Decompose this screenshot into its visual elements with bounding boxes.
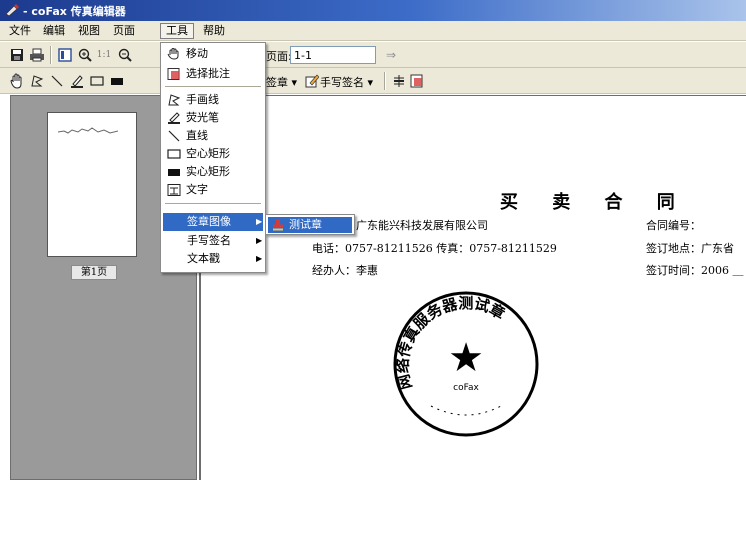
hand-icon [167,48,179,60]
document-title: 买 卖 合 同 [500,192,689,213]
print-icon[interactable] [28,46,46,64]
submenu-arrow-icon: ▶ [256,236,263,245]
select-annotation-icon[interactable] [408,72,426,90]
menu-bar: 文件 编辑 视图 页面 工具 帮助 [0,21,746,41]
seller-company: 广东能兴科技发展有限公司 [356,219,488,232]
hollow-rect-icon [167,149,181,159]
menu-item-text-stamp[interactable]: 文本戳 ▶ [163,250,263,268]
save-icon[interactable] [8,46,26,64]
menu-item-label: 选择批注 [186,67,230,80]
page-input[interactable] [290,46,376,64]
thumbnail-icon[interactable] [56,46,74,64]
menu-tools[interactable]: 工具 [160,23,194,39]
menu-item-label: 手写签名 [187,234,231,247]
freehand-icon [168,94,181,106]
menu-edit[interactable]: 编辑 [38,23,70,39]
page-thumbnail[interactable] [47,112,137,257]
menu-item-label: 直线 [186,129,208,142]
menu-item-label: 空心矩形 [186,147,230,160]
menu-item-stamp-image[interactable]: 签章图像 ▶ [163,213,263,231]
go-page-button[interactable]: ⇒ [386,48,396,62]
highlighter-icon [168,112,180,124]
seal-center-text: coFax [453,383,479,393]
annotation-toolbar: 签章 ▾ 手写签名 ▾ [0,68,746,94]
signature-icon[interactable] [303,72,321,90]
actual-size-icon[interactable]: 1:1 [95,46,113,64]
company-seal: 网络传真服务器测试章 ★ coFax [393,291,539,437]
submenu-item-label: 测试章 [289,218,322,231]
menu-page[interactable]: 页面 [108,23,140,39]
menu-item-move[interactable]: 移动 [163,45,263,63]
tools-menu: 移动 选择批注 手画线 荧光笔 直线 空心矩形 实心矩形 文字 签章图像 ▶ 手… [160,42,266,273]
menu-item-highlighter[interactable]: 荧光笔 [163,109,263,127]
stamp-toolbar-label: 签章 [266,76,288,89]
seller-agent: 经办人：李惠 [312,264,378,277]
menu-item-hollow-rect[interactable]: 空心矩形 [163,145,263,163]
text-icon [167,184,181,196]
menu-item-label: 实心矩形 [186,165,230,178]
menu-item-line[interactable]: 直线 [163,127,263,145]
menu-view[interactable]: 视图 [73,23,105,39]
main-toolbar: 1:1 页面: ⇒ [0,42,746,68]
cofax-app-icon [5,4,19,17]
hollow-rect-icon[interactable] [88,72,106,90]
menu-item-text[interactable]: 文字 [163,181,263,199]
stamp-image-submenu: 测试章 [265,214,355,235]
page-thumbnail-label: 第1页 [71,265,117,280]
toolbar-separator [384,72,386,90]
line-icon [168,130,180,142]
hand-icon[interactable] [8,72,26,90]
submenu-arrow-icon: ▶ [256,217,263,226]
page-field-label: 页面: [266,50,292,63]
menu-item-label: 文本戳 [187,252,220,265]
chevron-down-icon: ▾ [291,76,298,89]
zoom-in-icon[interactable] [76,46,94,64]
solid-rect-icon[interactable] [108,72,126,90]
menu-item-label: 荧光笔 [186,111,219,124]
submenu-item-test-stamp[interactable]: 测试章 [268,217,352,233]
sign-time: 签订时间：2006 ＿ [646,264,744,277]
line-icon[interactable] [48,72,66,90]
menu-item-label: 手画线 [186,93,219,106]
menu-item-handwritten-signature[interactable]: 手写签名 ▶ [163,232,263,250]
contract-number: 合同编号： [646,219,701,232]
thumbnail-content [58,127,118,134]
toolbar-separator [50,46,52,64]
highlighter-icon[interactable] [68,72,86,90]
menu-item-label: 文字 [186,183,208,196]
stamp-icon [273,219,283,231]
solid-rect-icon [168,169,180,176]
menu-item-label: 签章图像 [187,215,231,228]
submenu-arrow-icon: ▶ [256,254,263,263]
sign-place: 签订地点：广东省 [646,242,734,255]
menu-separator [165,203,261,205]
freehand-icon[interactable] [28,72,46,90]
select-annotation-icon [167,68,180,80]
zoom-out-icon[interactable] [116,46,134,64]
title-bar: - coFax 传真编辑器 [0,0,746,21]
text-stamp-icon[interactable] [390,72,408,90]
chevron-down-icon: ▾ [367,76,374,89]
menu-item-solid-rect[interactable]: 实心矩形 [163,163,263,181]
seller-phone-fax: 电话：0757-81211526 传真：0757-81211529 [312,242,557,255]
menu-item-freehand[interactable]: 手画线 [163,91,263,109]
menu-item-select-annotation[interactable]: 选择批注 [163,65,263,83]
seal-star: ★ [448,335,484,381]
menu-item-label: 移动 [186,47,208,60]
signature-toolbar-label: 手写签名 [320,76,364,89]
stamp-toolbar-button[interactable]: 签章 ▾ [266,74,297,90]
signature-toolbar-button[interactable]: 手写签名 ▾ [320,74,373,90]
window-title: - coFax 传真编辑器 [23,5,126,18]
menu-help[interactable]: 帮助 [198,23,230,39]
menu-file[interactable]: 文件 [4,23,36,39]
menu-separator [165,86,261,88]
